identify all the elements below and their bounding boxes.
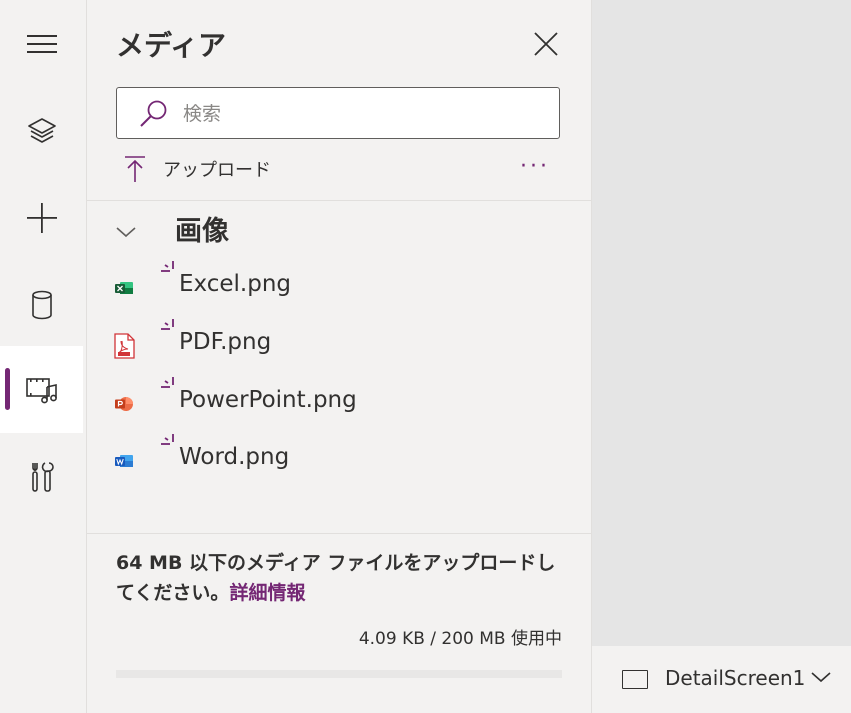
media-button[interactable] xyxy=(0,346,83,433)
app-canvas[interactable] xyxy=(592,0,851,646)
search-input[interactable] xyxy=(181,98,545,130)
upload-info-text: 64 MB 以下のメディア ファイルをアップロードしてください。 xyxy=(116,552,556,604)
file-item-excel[interactable]: Excel.png xyxy=(113,261,553,311)
storage-usage-bar xyxy=(116,670,562,678)
search-icon xyxy=(140,100,167,127)
hamburger-menu-button[interactable] xyxy=(0,0,83,87)
file-name: Excel.png xyxy=(179,271,292,297)
section-title: 画像 xyxy=(175,216,229,247)
file-name: PowerPoint.png xyxy=(179,387,357,413)
layers-icon xyxy=(27,117,56,143)
close-icon xyxy=(534,32,558,56)
pdf-file-icon xyxy=(114,333,135,359)
divider xyxy=(87,533,591,534)
panel-title: メディア xyxy=(116,29,227,62)
powerpoint-file-icon xyxy=(115,397,133,411)
status-bar: DetailScreen1 xyxy=(592,646,851,713)
upload-button[interactable]: アップロード xyxy=(123,150,271,188)
close-button[interactable] xyxy=(532,30,560,58)
file-item-pdf[interactable]: PDF.png xyxy=(113,319,553,369)
hamburger-menu-icon xyxy=(26,34,57,53)
search-box[interactable] xyxy=(116,87,560,139)
tools-icon xyxy=(31,461,54,492)
file-name: Word.png xyxy=(179,444,290,470)
media-icon xyxy=(25,377,57,403)
media-panel: メディア アップロード ··· 画像 xyxy=(87,0,592,713)
database-icon xyxy=(31,290,52,319)
divider xyxy=(87,200,591,201)
file-item-word[interactable]: Word.png xyxy=(113,434,553,484)
excel-file-icon xyxy=(115,282,133,294)
storage-usage-text: 4.09 KB / 200 MB 使用中 xyxy=(358,629,562,649)
section-toggle[interactable] xyxy=(115,212,137,252)
advanced-tools-button[interactable] xyxy=(0,433,83,520)
file-item-powerpoint[interactable]: PowerPoint.png xyxy=(113,377,553,427)
chevron-down-icon xyxy=(116,227,136,238)
upload-info: 64 MB 以下のメディア ファイルをアップロードしてください。詳細情報 xyxy=(116,548,566,608)
insert-button[interactable] xyxy=(0,174,83,261)
file-name: PDF.png xyxy=(179,329,272,355)
left-rail xyxy=(0,0,87,713)
data-button[interactable] xyxy=(0,261,83,348)
upload-label: アップロード xyxy=(163,160,271,181)
upload-icon xyxy=(125,156,145,182)
plus-icon xyxy=(26,202,57,233)
chevron-down-icon[interactable] xyxy=(810,670,832,684)
word-file-icon xyxy=(115,455,133,467)
screen-icon xyxy=(622,670,648,689)
active-rail-indicator xyxy=(5,368,10,410)
tree-view-button[interactable] xyxy=(0,87,83,174)
learn-more-link[interactable]: 詳細情報 xyxy=(229,582,305,604)
screen-selector[interactable]: DetailScreen1 xyxy=(665,666,805,690)
more-options-button[interactable]: ··· xyxy=(517,152,553,182)
